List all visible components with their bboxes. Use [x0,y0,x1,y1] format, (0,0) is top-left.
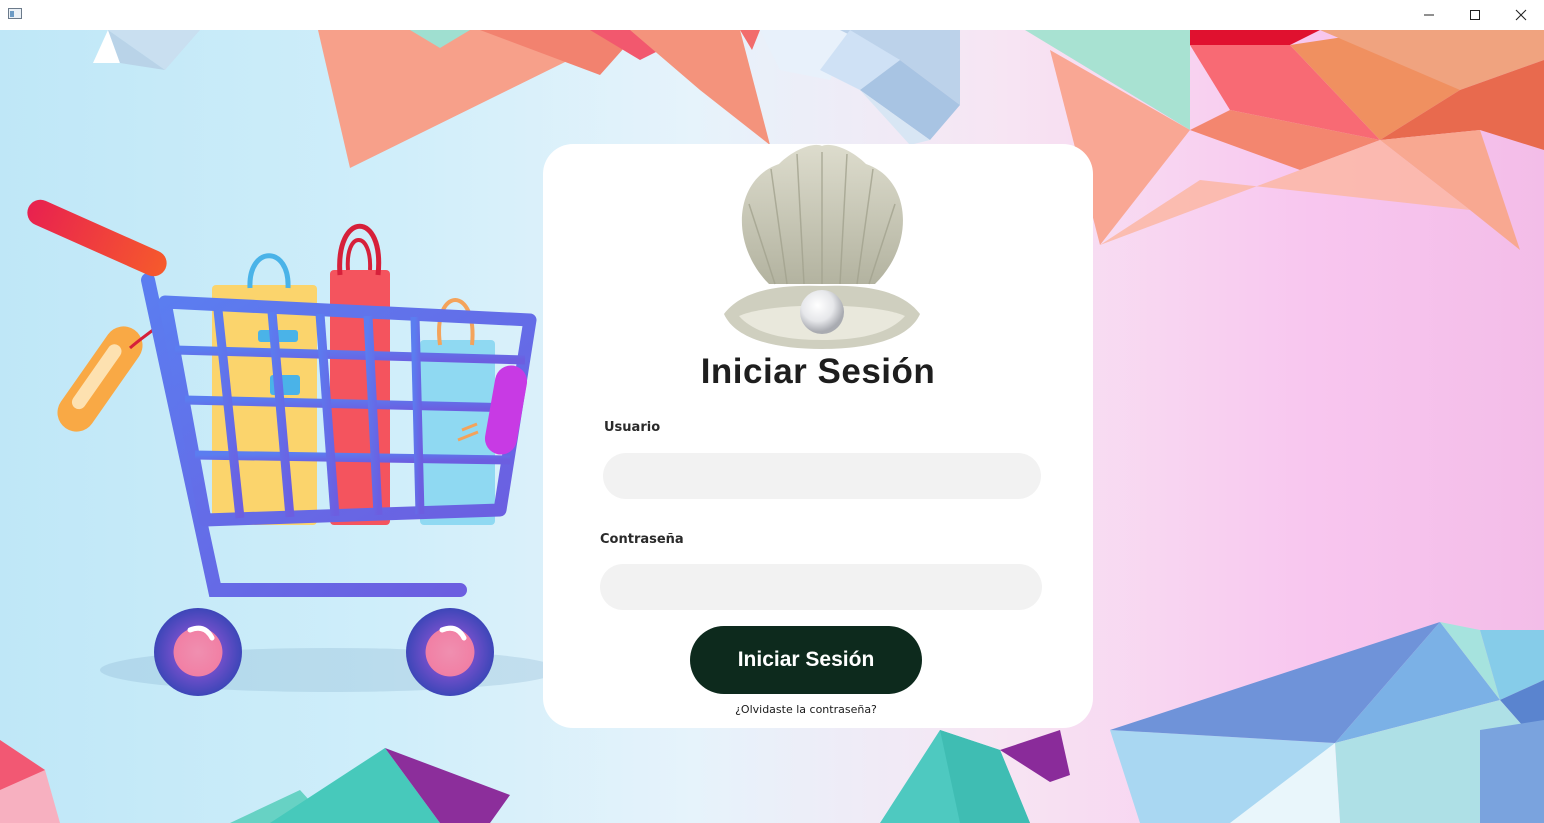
pearl-shell-icon [724,144,920,349]
app-icon [8,8,22,19]
minimize-button[interactable] [1406,0,1452,30]
page-title: Iniciar Sesión [700,352,936,391]
window-titlebar [0,0,1544,30]
password-input[interactable] [600,564,1042,610]
username-label: Usuario [604,420,661,435]
minimize-icon [1424,14,1434,16]
maximize-icon [1470,10,1480,20]
forgot-password-link[interactable]: ¿Olvidaste la contraseña? [543,703,1069,716]
username-input[interactable] [603,453,1041,499]
maximize-button[interactable] [1452,0,1498,30]
login-card: Iniciar Sesión Usuario Contraseña Inicia… [543,144,1093,728]
shopping-cart-icon [27,199,560,696]
close-button[interactable] [1498,0,1544,30]
login-button[interactable]: Iniciar Sesión [690,626,922,694]
close-icon [1515,9,1527,21]
password-label: Contraseña [600,532,684,547]
